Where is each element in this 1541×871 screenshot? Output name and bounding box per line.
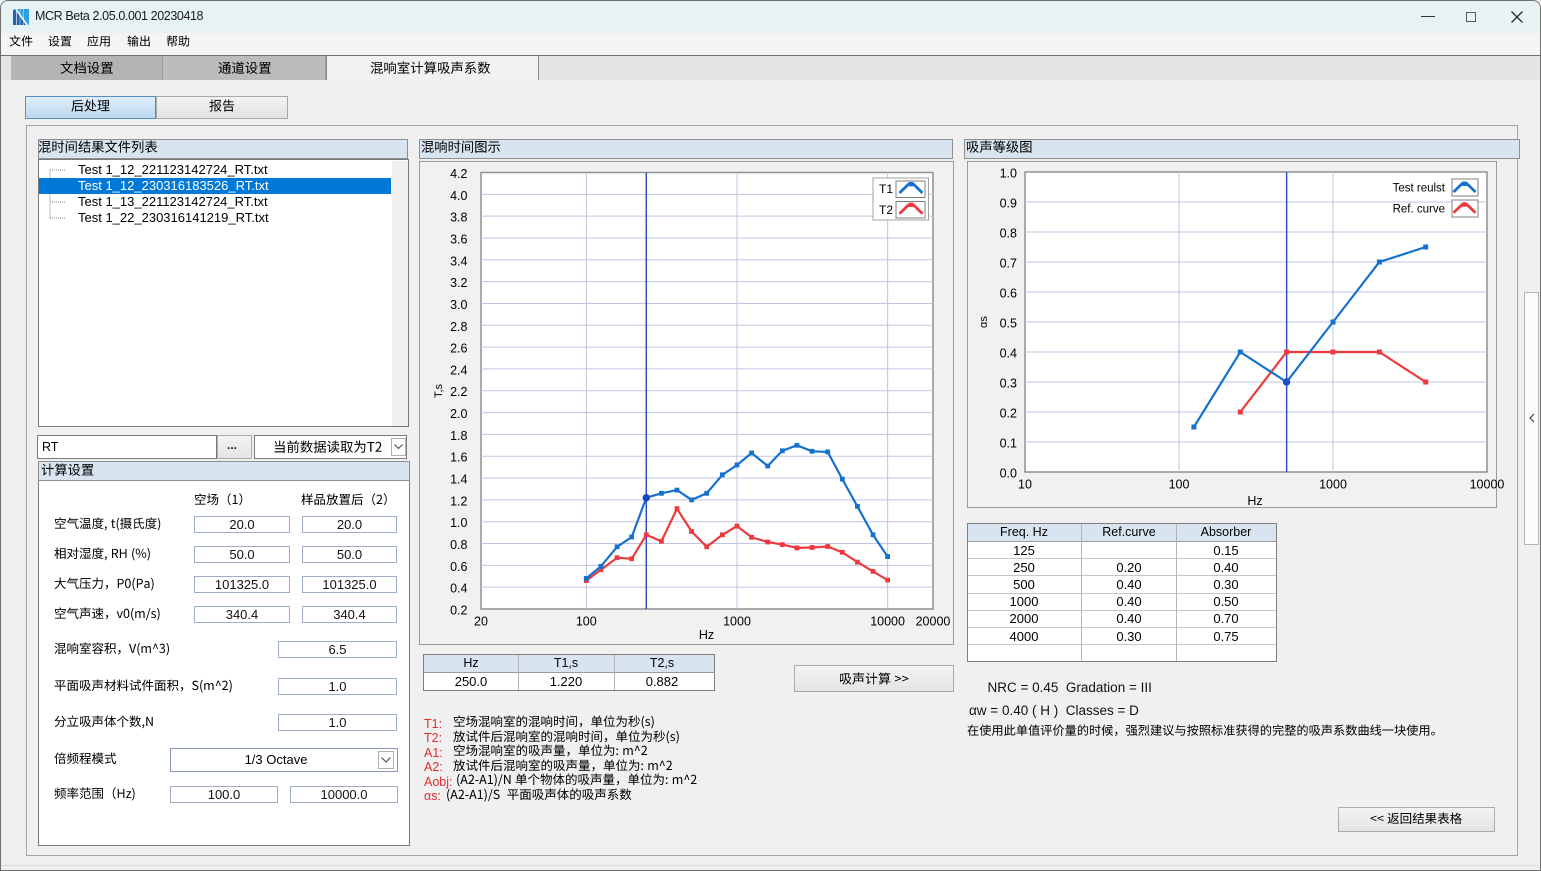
svg-text:Ref. curve: Ref. curve [1393, 204, 1445, 216]
svg-text:T,s: T,s [433, 383, 445, 398]
svg-text:0.5: 0.5 [1000, 317, 1017, 331]
svg-text:10000: 10000 [870, 615, 905, 629]
svg-text:3.4: 3.4 [450, 254, 467, 268]
svg-text:2.8: 2.8 [450, 320, 467, 334]
svg-text:1.6: 1.6 [450, 451, 467, 465]
svg-text:0.6: 0.6 [450, 560, 467, 574]
svg-text:0.2: 0.2 [450, 604, 467, 618]
svg-text:Hz: Hz [699, 628, 714, 642]
svg-text:0.2: 0.2 [1000, 407, 1017, 421]
svg-text:0.9: 0.9 [1000, 197, 1017, 211]
svg-text:1000: 1000 [1319, 478, 1347, 492]
svg-text:1.0: 1.0 [450, 516, 467, 530]
svg-text:1.4: 1.4 [450, 473, 467, 487]
svg-text:0.3: 0.3 [1000, 377, 1017, 391]
svg-text:αs: αs [978, 316, 990, 328]
svg-text:4.2: 4.2 [450, 167, 467, 181]
svg-text:3.2: 3.2 [450, 276, 467, 290]
svg-text:100: 100 [1169, 478, 1190, 492]
svg-text:0.0: 0.0 [1000, 467, 1017, 481]
svg-text:0.8: 0.8 [450, 538, 467, 552]
svg-text:100: 100 [576, 615, 597, 629]
svg-text:3.0: 3.0 [450, 298, 467, 312]
svg-text:1.8: 1.8 [450, 429, 467, 443]
svg-text:2.4: 2.4 [450, 363, 467, 377]
svg-text:0.8: 0.8 [1000, 227, 1017, 241]
svg-text:1.2: 1.2 [450, 494, 467, 508]
svg-text:0.4: 0.4 [1000, 347, 1017, 361]
svg-text:Test reulst: Test reulst [1393, 183, 1446, 195]
svg-text:Hz: Hz [1247, 494, 1262, 508]
svg-text:20000: 20000 [916, 615, 951, 629]
svg-text:2.2: 2.2 [450, 385, 467, 399]
svg-text:10000: 10000 [1470, 478, 1505, 492]
svg-text:0.4: 0.4 [450, 582, 467, 596]
svg-text:3.8: 3.8 [450, 211, 467, 225]
svg-text:0.7: 0.7 [1000, 257, 1017, 271]
svg-text:0.1: 0.1 [1000, 437, 1017, 451]
svg-text:4.0: 4.0 [450, 189, 467, 203]
svg-text:1000: 1000 [723, 615, 751, 629]
svg-text:1.0: 1.0 [1000, 167, 1017, 181]
svg-text:T1: T1 [879, 182, 893, 196]
svg-text:T2: T2 [879, 203, 893, 217]
svg-text:20: 20 [474, 615, 488, 629]
svg-text:2.6: 2.6 [450, 342, 467, 356]
svg-text:2.0: 2.0 [450, 407, 467, 421]
svg-text:0.6: 0.6 [1000, 287, 1017, 301]
svg-text:3.6: 3.6 [450, 233, 467, 247]
svg-text:10: 10 [1018, 478, 1032, 492]
